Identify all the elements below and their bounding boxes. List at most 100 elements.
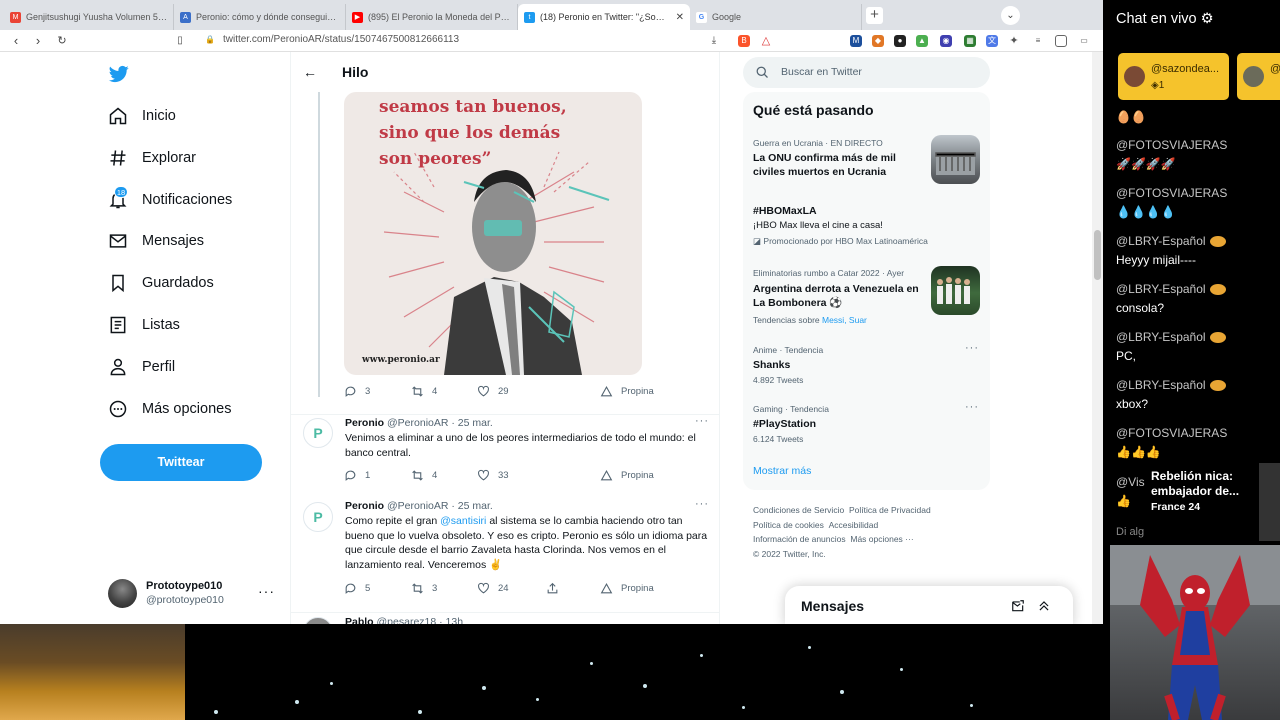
like-button[interactable]: 33 (477, 469, 509, 482)
tweet-button[interactable]: Twittear (100, 444, 262, 481)
browser-tab-1[interactable]: M Genjitsushugi Yuusha Volumen 5 Cap (4, 4, 174, 30)
chat-input-placeholder[interactable]: Di alg (1116, 526, 1144, 538)
sidebar-item-listas[interactable]: Listas (108, 313, 180, 337)
new-tab-button[interactable]: + (866, 7, 883, 24)
chat-username[interactable]: @LBRY-Español (1116, 378, 1226, 392)
like-button[interactable]: 29 (477, 385, 509, 398)
puzzle-icon[interactable]: ✦ (1008, 35, 1020, 47)
browser-tab-2[interactable]: A Peronio: cómo y dónde conseguir el (174, 4, 346, 30)
sidebar-item-mensajes[interactable]: Mensajes (108, 229, 204, 253)
peronio-avatar[interactable]: P (303, 418, 333, 448)
chat-username[interactable]: @FOTOSVIAJERAS (1116, 426, 1227, 440)
retweet-button[interactable]: 3 (411, 582, 437, 595)
tweet-item[interactable]: Pablo @pesarez18 · 13h (291, 612, 719, 624)
share-button[interactable] (546, 582, 567, 595)
tip-button[interactable]: Propina (600, 385, 654, 398)
tab-close-icon[interactable]: ✕ (676, 12, 684, 23)
trend-more-icon[interactable]: ··· (965, 401, 979, 413)
sidebar-item-inicio[interactable]: Inicio (108, 104, 176, 128)
tweet-more-icon[interactable]: ··· (695, 498, 709, 510)
browser-tab-3[interactable]: ▶ (895) El Peronio la Moneda del Pueblo (346, 4, 518, 30)
search-input[interactable]: Buscar en Twitter (743, 57, 990, 88)
chat-username[interactable]: @LBRY-Español (1116, 234, 1226, 248)
url-field[interactable]: 🔒 twitter.com/PeronioAR/status/1507467500… (205, 34, 459, 45)
bookmark-page-icon[interactable]: ▯ (172, 33, 188, 49)
sidebar-item-explorar[interactable]: Explorar (108, 146, 196, 170)
footer-link[interactable]: Condiciones de Servicio (753, 505, 844, 515)
brave-rewards-icon[interactable]: △ (760, 35, 772, 47)
download-icon[interactable]: ⤓ (706, 33, 722, 49)
avatar (1124, 66, 1145, 87)
retweet-button[interactable]: 4 (411, 469, 437, 482)
sidebar-item-mas-opciones[interactable]: Más opciones (108, 397, 231, 421)
peronio-avatar[interactable]: P (303, 502, 333, 532)
new-message-icon[interactable] (1011, 599, 1025, 613)
chat-username[interactable]: @LBRY-Español (1116, 330, 1226, 344)
reply-button[interactable]: 1 (344, 469, 370, 482)
tab-search-chevron-icon[interactable]: ⌄ (1001, 6, 1020, 25)
footer-link[interactable]: Política de Privacidad (849, 505, 931, 515)
extension-icon-4[interactable]: ▲ (916, 35, 928, 47)
avatar (108, 579, 137, 608)
chat-username[interactable]: @FOTOSVIAJERAS (1116, 138, 1227, 152)
browser-tab-5[interactable]: G Google (690, 4, 862, 30)
tweet-more-icon[interactable]: ··· (695, 415, 709, 427)
scrollbar[interactable] (1092, 52, 1103, 624)
translate-icon[interactable]: 文 (986, 35, 998, 47)
metamask-icon[interactable]: ◆ (872, 35, 884, 47)
tab-title: Peronio: cómo y dónde conseguir el (196, 12, 339, 22)
extension-icon-1[interactable]: M (850, 35, 862, 47)
chat-username[interactable]: @FOTOSVIAJERAS (1116, 186, 1227, 200)
reply-icon (345, 386, 356, 397)
sidebar-item-label: Notificaciones (142, 192, 233, 208)
chat-username[interactable]: @LBRY-Español (1116, 282, 1226, 296)
extension-icon-3[interactable]: ● (894, 35, 906, 47)
show-more-link[interactable]: Mostrar más (753, 465, 811, 477)
sidebar-toggle-icon[interactable] (1055, 35, 1067, 47)
more-dots-icon[interactable]: ··· (258, 583, 275, 599)
retweet-button[interactable]: 4 (411, 385, 437, 398)
back-arrow-icon[interactable]: ← (303, 64, 317, 80)
reply-button[interactable]: 5 (344, 582, 370, 595)
avatar[interactable] (303, 617, 333, 624)
superchat-chip[interactable]: @ (1237, 53, 1280, 100)
scroll-thumb[interactable] (1094, 230, 1101, 280)
footer-link[interactable]: Información de anuncios (753, 534, 846, 544)
forward-icon[interactable]: › (30, 33, 46, 49)
sidebar-item-guardados[interactable]: Guardados (108, 271, 214, 295)
reply-icon (345, 470, 356, 481)
browser-tab-4-active[interactable]: t (18) Peronio en Twitter: "¿Somos ✕ (518, 4, 690, 30)
brave-shield-icon[interactable]: B (738, 35, 750, 47)
footer-link[interactable]: Accesibilidad (829, 520, 879, 530)
account-switcher[interactable]: Prototoype010 @prototoype010 ··· (108, 577, 288, 611)
twitter-logo-icon[interactable] (108, 64, 130, 84)
superchat-chip[interactable]: @sazondea... ◈1 (1118, 53, 1229, 100)
related-links[interactable]: Messi, Suar (822, 315, 867, 325)
chat-username[interactable]: @Vis (1116, 475, 1145, 489)
wallet-icon[interactable]: ▭ (1078, 35, 1090, 47)
mention-link[interactable]: @santisiri (440, 515, 486, 527)
reload-icon[interactable]: ↻ (54, 33, 70, 49)
footer-link[interactable]: Política de cookies (753, 520, 824, 530)
extension-icon-5[interactable]: ◉ (940, 35, 952, 47)
extension-icon-6[interactable]: ▦ (964, 35, 976, 47)
tip-button[interactable]: Propina (600, 469, 654, 482)
sidebar-item-perfil[interactable]: Perfil (108, 355, 175, 379)
back-icon[interactable]: ‹ (8, 33, 24, 49)
url-text: twitter.com/PeronioAR/status/15074675008… (222, 34, 460, 45)
reply-button[interactable]: 3 (344, 385, 370, 398)
trend-more-icon[interactable]: ··· (965, 342, 979, 354)
chevron-up-icon[interactable] (1037, 599, 1051, 613)
tweet-media-image[interactable]: seamos tan buenos, sino que los demás so… (344, 92, 642, 375)
quote-line: seamos tan buenos, (379, 97, 567, 117)
like-button[interactable]: 24 (477, 582, 509, 595)
messages-drawer[interactable]: Mensajes (785, 586, 1073, 624)
playlist-icon[interactable]: ≡ (1032, 35, 1044, 47)
sparkle (214, 710, 218, 714)
gear-icon[interactable]: ⚙ (1201, 11, 1214, 27)
tip-button[interactable]: Propina (600, 582, 654, 595)
tweet-item[interactable]: P Peronio @PeronioAR · 25 mar. ··· Como … (291, 498, 719, 612)
tweet-item[interactable]: P Peronio @PeronioAR · 25 mar. ··· Venim… (291, 414, 719, 498)
footer-link[interactable]: Más opciones ··· (850, 534, 913, 544)
thread-header: ← Hilo (291, 52, 719, 92)
